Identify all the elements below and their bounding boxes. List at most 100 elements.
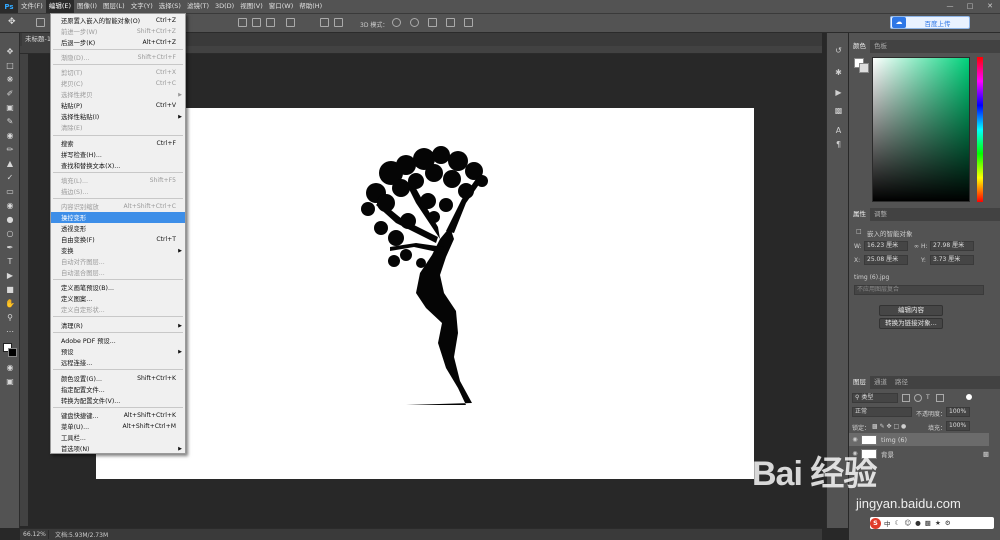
menu-item-menus[interactable]: 菜单(U)... Alt+Shift+Ctrl+M xyxy=(51,421,185,432)
y-field[interactable]: 3.73 厘米 xyxy=(930,255,974,265)
background-color-swatch[interactable] xyxy=(8,348,17,357)
ime-keyboard-icon[interactable]: ▩ xyxy=(925,519,931,527)
menu-item-remote-connections[interactable]: 远程连接... xyxy=(51,357,185,368)
shape-tool-icon[interactable]: ■ xyxy=(4,285,16,295)
align-left-icon[interactable] xyxy=(238,18,247,27)
filter-adjust-icon[interactable] xyxy=(914,394,922,402)
menu-select[interactable]: 选择(S) xyxy=(156,0,184,13)
eraser-tool-icon[interactable]: ▭ xyxy=(4,187,16,197)
layer-comp-select[interactable]: 不应用图层复合 xyxy=(854,285,984,295)
history-brush-icon[interactable]: ✓ xyxy=(4,173,16,183)
actions-panel-icon[interactable]: ▶ xyxy=(833,87,844,98)
filter-toggle-icon[interactable] xyxy=(966,394,972,400)
ime-punct-icon[interactable]: ☾ xyxy=(895,519,901,527)
align-center-icon[interactable] xyxy=(252,18,261,27)
tab-adjustments[interactable]: 调整 xyxy=(870,208,891,221)
color-picker-field[interactable] xyxy=(872,57,970,202)
menu-image[interactable]: 图像(I) xyxy=(74,0,100,13)
menu-layer[interactable]: 图层(L) xyxy=(100,0,128,13)
dodge-tool-icon[interactable]: ○ xyxy=(4,229,16,239)
blur-tool-icon[interactable]: ● xyxy=(4,215,16,225)
menu-edit[interactable]: 编辑(E) xyxy=(45,0,74,13)
edit-contents-button[interactable]: 编辑内容 xyxy=(879,305,943,316)
menu-item-define-brush[interactable]: 定义画笔预设(B)... xyxy=(51,282,185,293)
distribute-h-icon[interactable] xyxy=(320,18,329,27)
ime-skin-icon[interactable]: ★ xyxy=(935,519,941,527)
baidu-upload-button[interactable]: ☁ 百度上传 xyxy=(890,16,970,29)
menu-item-define-shape[interactable]: 定义自定形状... xyxy=(51,304,185,315)
stamp-tool-icon[interactable]: ▲ xyxy=(4,159,16,169)
lock-icons[interactable]: ▩ ✎ ✥ □ ● xyxy=(872,423,906,430)
menu-3d[interactable]: 3D(D) xyxy=(212,0,237,13)
3d-rotate-icon[interactable] xyxy=(392,18,401,27)
menu-item-paste[interactable]: 粘贴(P) Ctrl+V xyxy=(51,100,185,111)
paint-bucket-icon[interactable]: ◉ xyxy=(4,201,16,211)
menu-item-clear[interactable]: 清除(E) xyxy=(51,122,185,133)
menu-item-perspective-warp[interactable]: 透视变形 xyxy=(51,223,185,234)
tab-layers[interactable]: 图层 xyxy=(849,376,870,389)
menu-window[interactable]: 窗口(W) xyxy=(266,0,297,13)
x-field[interactable]: 25.08 厘米 xyxy=(864,255,908,265)
fill-field[interactable]: 100% xyxy=(946,421,970,431)
brush-tool-icon[interactable]: ✏ xyxy=(4,145,16,155)
character-panel-icon[interactable]: A xyxy=(833,125,844,136)
menu-item-assign-profile[interactable]: 指定配置文件... xyxy=(51,384,185,395)
ime-voice-icon[interactable]: ● xyxy=(915,519,921,527)
menu-item-purge[interactable]: 清理(R) ▶ xyxy=(51,320,185,331)
type-tool-icon[interactable]: T xyxy=(4,257,16,267)
menu-type[interactable]: 文字(Y) xyxy=(128,0,156,13)
layer-name[interactable]: timg (6) xyxy=(881,436,907,444)
history-panel-icon[interactable]: ↺ xyxy=(833,45,844,56)
document-size[interactable]: 文档:5.93M/2.73M xyxy=(48,530,108,539)
align-right-icon[interactable] xyxy=(266,18,275,27)
menu-item-puppet-warp[interactable]: 操控变形 xyxy=(51,212,185,223)
opacity-field[interactable]: 100% xyxy=(946,407,970,417)
3d-slide-icon[interactable] xyxy=(446,18,455,27)
menu-item-fade[interactable]: 渐隐(D)... Shift+Ctrl+F xyxy=(51,52,185,63)
menu-item-paste-special[interactable]: 选择性粘贴(I) ▶ xyxy=(51,111,185,122)
menu-item-define-pattern[interactable]: 定义图案... xyxy=(51,293,185,304)
tab-properties[interactable]: 属性 xyxy=(849,208,870,221)
layer-row[interactable]: ◉ timg (6) xyxy=(849,433,989,446)
close-icon[interactable]: ✕ xyxy=(980,0,1000,13)
move-tool-icon[interactable]: ✥ xyxy=(8,17,16,27)
menu-item-find-replace[interactable]: 查找和替换文本(X)... xyxy=(51,160,185,171)
filter-pixel-icon[interactable] xyxy=(902,394,910,402)
menu-item-adobe-pdf-presets[interactable]: Adobe PDF 预设... xyxy=(51,335,185,346)
hue-slider[interactable] xyxy=(977,57,983,202)
marquee-tool-icon[interactable]: □ xyxy=(4,61,16,71)
menu-item-convert-profile[interactable]: 转换为配置文件(V)... xyxy=(51,395,185,406)
more-tools-icon[interactable]: ⋯ xyxy=(4,327,16,337)
menu-item-toolbar[interactable]: 工具栏... xyxy=(51,432,185,443)
maximize-icon[interactable]: □ xyxy=(960,0,980,13)
link-icon[interactable]: ∞ xyxy=(914,243,919,250)
ime-settings-icon[interactable]: ⚙ xyxy=(945,519,951,527)
clone-source-icon[interactable]: ▩ xyxy=(833,105,844,116)
height-field[interactable]: 27.98 厘米 xyxy=(930,241,974,251)
pen-tool-icon[interactable]: ✒ xyxy=(4,243,16,253)
menu-item-free-transform[interactable]: 自由变换(F) Ctrl+T xyxy=(51,234,185,245)
menu-item-copy-special[interactable]: 选择性拷贝 ▶ xyxy=(51,89,185,100)
filter-shape-icon[interactable] xyxy=(936,394,944,402)
zoom-level[interactable]: 66.12% xyxy=(20,531,48,538)
menu-item-keyboard-shortcuts[interactable]: 键盘快捷键... Alt+Shift+Ctrl+K xyxy=(51,410,185,421)
ime-mode[interactable]: 中 xyxy=(884,518,891,528)
ime-toolbar[interactable]: S 中 ☾ ☺ ● ▩ ★ ⚙ xyxy=(870,517,994,529)
layer-filter-select[interactable]: ⚲ 类型 xyxy=(852,393,898,403)
menu-item-auto-blend[interactable]: 自动混合图层... xyxy=(51,267,185,278)
menu-filter[interactable]: 滤镜(T) xyxy=(184,0,212,13)
menu-item-stroke[interactable]: 描边(S)... xyxy=(51,186,185,197)
menu-item-copy[interactable]: 拷贝(C) Ctrl+C xyxy=(51,78,185,89)
menu-help[interactable]: 帮助(H) xyxy=(296,0,325,13)
zoom-tool-icon[interactable]: ⚲ xyxy=(4,313,16,323)
menu-item-spell-check[interactable]: 拼写检查(H)... xyxy=(51,149,185,160)
menu-item-transform[interactable]: 变换 ▶ xyxy=(51,245,185,256)
path-select-icon[interactable]: ▶ xyxy=(4,271,16,281)
menu-file[interactable]: 文件(F) xyxy=(18,0,46,13)
menu-item-search[interactable]: 搜索 Ctrl+F xyxy=(51,138,185,149)
tab-color[interactable]: 颜色 xyxy=(849,40,870,53)
tab-paths[interactable]: 路径 xyxy=(891,376,912,389)
3d-scale-icon[interactable] xyxy=(464,18,473,27)
quick-mask-icon[interactable]: ◉ xyxy=(4,363,16,373)
3d-pan-icon[interactable] xyxy=(428,18,437,27)
